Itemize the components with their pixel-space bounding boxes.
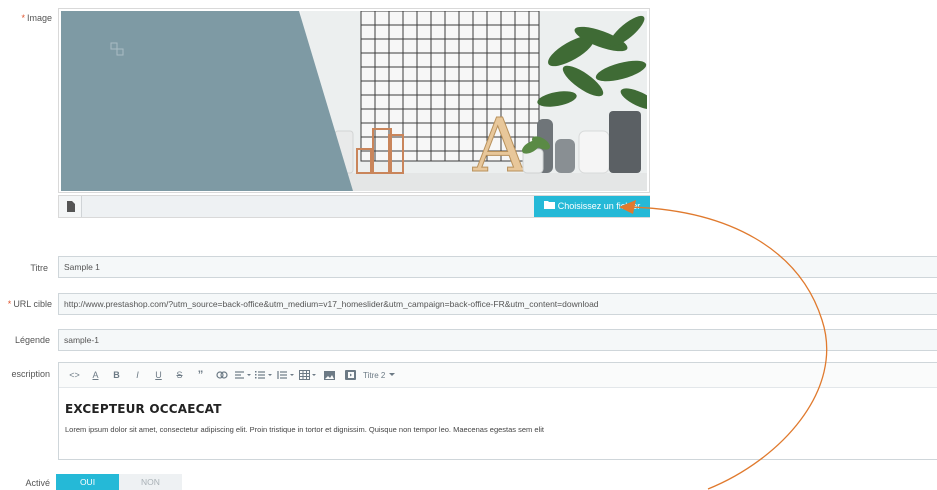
file-icon [67,201,75,212]
required-mark: * [7,299,12,309]
font-color-button[interactable]: A [85,363,106,387]
heading-style-label: Titre 2 [363,370,386,380]
folder-icon [543,196,555,217]
description-editor[interactable]: <> A B I U S ” Titre 2 EXCEPTEUR OCCAECA… [58,362,937,460]
file-icon-cell [59,196,82,217]
code-view-button[interactable]: <> [64,363,85,387]
bold-button[interactable]: B [106,363,127,387]
content-heading: EXCEPTEUR OCCAECAT [65,402,222,416]
caption-input[interactable]: sample-1 [58,329,937,351]
italic-button[interactable]: I [127,363,148,387]
description-label: escription [11,369,50,379]
toggle-no[interactable]: NON [119,474,182,490]
editor-content[interactable]: EXCEPTEUR OCCAECAT Lorem ipsum dolor sit… [59,388,937,434]
image-preview: A [58,8,650,193]
wooden-letter: A [472,103,528,189]
numbered-list-icon[interactable] [275,363,297,387]
active-toggle[interactable]: OUI NON [56,474,182,490]
choose-file-label: Choisissez un fichier [557,201,641,211]
image-insert-icon[interactable] [319,363,340,387]
heading-style-dropdown[interactable]: Titre 2 [361,363,398,387]
font-color-glyph: A [92,370,99,380]
table-icon[interactable] [297,363,319,387]
url-input[interactable]: http://www.prestashop.com/?utm_source=ba… [58,293,937,315]
strikethrough-button[interactable]: S [169,363,190,387]
active-label: Activé [25,478,50,488]
slide-image: A [61,11,647,191]
image-label-text: Image [26,13,52,23]
video-insert-icon[interactable] [340,363,361,387]
editor-toolbar: <> A B I U S ” Titre 2 [59,363,937,388]
required-mark: * [21,13,25,23]
chevron-down-icon [389,373,396,376]
link-icon[interactable] [211,363,232,387]
url-label: * URL cible [0,299,52,309]
bullet-list-icon[interactable] [253,363,275,387]
toggle-yes[interactable]: OUI [56,474,119,490]
url-label-text: URL cible [13,299,52,309]
align-dropdown-icon[interactable] [232,363,253,387]
choose-file-button[interactable]: Choisissez un fichier [534,196,650,217]
underline-button[interactable]: U [148,363,169,387]
quote-button[interactable]: ” [190,363,211,387]
content-paragraph: Lorem ipsum dolor sit amet, consectetur … [65,425,544,434]
image-label: * Image [0,13,52,23]
title-label: Titre [30,263,48,273]
caption-label: Légende [14,335,50,345]
title-input[interactable]: Sample 1 [58,256,937,278]
